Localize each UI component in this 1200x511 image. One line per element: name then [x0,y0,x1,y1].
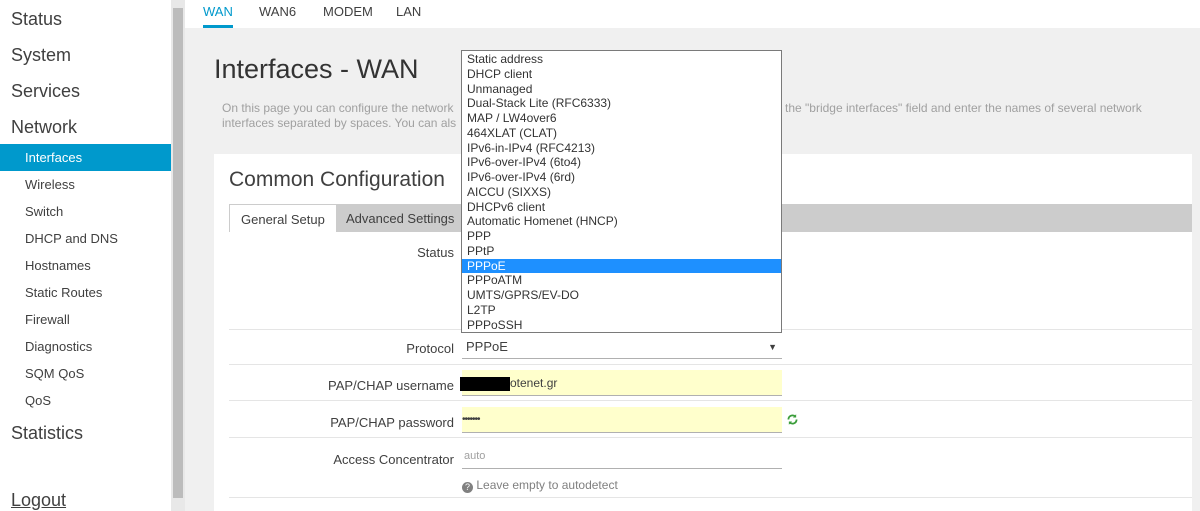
protocol-option[interactable]: PPP [462,229,781,244]
hint-text: Leave empty to autodetect [476,478,618,492]
nav-status[interactable]: Status [0,0,171,36]
access-concentrator-hint: ? Leave empty to autodetect [462,478,618,493]
username-field[interactable]: otenet.gr [460,370,782,396]
protocol-dropdown-list[interactable]: Static address DHCP client Unmanaged Dual-S… [461,50,782,333]
refresh-icon[interactable] [786,413,799,426]
password-value: ••••••• [462,414,480,425]
caret-down-icon: ▼ [768,342,777,352]
protocol-option[interactable]: PPPoSSH [462,318,781,333]
page-title: Interfaces - WAN [214,54,419,84]
access-concentrator-input[interactable]: auto [462,445,782,469]
nav-services[interactable]: Services [0,72,171,108]
username-value: otenet.gr [510,376,558,390]
protocol-option[interactable]: Unmanaged [462,82,781,97]
protocol-option[interactable]: IPv6-over-IPv4 (6to4) [462,155,781,170]
nav-network-sqm-qos[interactable]: SQM QoS [0,360,171,387]
sidebar: Status System Services Network Interface… [0,0,171,511]
nav-network-diagnostics[interactable]: Diagnostics [0,333,171,360]
access-concentrator-label: Access Concentrator [333,452,454,467]
nav-network-firewall[interactable]: Firewall [0,306,171,333]
tab-wan[interactable]: WAN [203,0,233,28]
protocol-option[interactable]: IPv6-over-IPv4 (6rd) [462,170,781,185]
redacted-text [460,376,510,391]
main-content: WAN WAN6 MODEM LAN Interfaces - WAN On t… [185,0,1200,511]
sidebar-scrollbar[interactable] [171,0,185,511]
row-separator [229,364,1192,365]
protocol-option[interactable]: AICCU (SIXXS) [462,185,781,200]
password-field[interactable]: ••••••• [462,407,782,433]
protocol-select[interactable]: PPPoE ▼ [462,335,782,359]
nav-logout[interactable]: Logout [11,490,66,511]
nav-network-wireless[interactable]: Wireless [0,171,171,198]
row-separator [229,437,1192,438]
tab-wan6[interactable]: WAN6 [259,0,296,28]
protocol-select-value: PPPoE [466,339,508,354]
access-concentrator-placeholder: auto [464,450,486,462]
tab-modem[interactable]: MODEM [323,0,373,28]
sidebar-scroll-thumb[interactable] [173,8,183,498]
question-circle-icon: ? [462,482,473,493]
username-label: PAP/CHAP username [328,378,454,393]
section-title: Common Configuration [229,168,445,191]
tab-advanced-settings[interactable]: Advanced Settings [335,204,465,232]
protocol-option[interactable]: Automatic Homenet (HNCP) [462,214,781,229]
nav-statistics[interactable]: Statistics [0,414,171,450]
row-separator [229,497,1192,498]
interface-tabs: WAN WAN6 MODEM LAN [185,0,1200,28]
protocol-option[interactable]: IPv6-in-IPv4 (RFC4213) [462,141,781,156]
nav-network-qos[interactable]: QoS [0,387,171,414]
protocol-option[interactable]: Static address [462,52,781,67]
page-description-line1-end: the "bridge interfaces" field and enter … [785,101,1142,115]
protocol-option[interactable]: PPtP [462,244,781,259]
protocol-option[interactable]: UMTS/GPRS/EV-DO [462,288,781,303]
protocol-option[interactable]: PPPoATM [462,273,781,288]
protocol-option[interactable]: DHCPv6 client [462,200,781,215]
protocol-label: Protocol [406,341,454,356]
protocol-option[interactable]: PPPoE [462,258,781,274]
protocol-option[interactable]: DHCP client [462,67,781,82]
nav-network-hostnames[interactable]: Hostnames [0,252,171,279]
nav-system[interactable]: System [0,36,171,72]
password-label: PAP/CHAP password [330,415,454,430]
nav-network-static-routes[interactable]: Static Routes [0,279,171,306]
tab-general-setup[interactable]: General Setup [229,204,337,232]
tab-lan[interactable]: LAN [396,0,421,28]
nav-network-switch[interactable]: Switch [0,198,171,225]
nav-network-interfaces[interactable]: Interfaces [0,144,171,171]
row-separator [229,400,1192,401]
status-label: Status [417,245,454,260]
protocol-option[interactable]: L2TP [462,303,781,318]
protocol-option[interactable]: Dual-Stack Lite (RFC6333) [462,96,781,111]
nav-network[interactable]: Network [0,108,171,144]
protocol-option[interactable]: MAP / LW4over6 [462,111,781,126]
nav-network-dhcp-dns[interactable]: DHCP and DNS [0,225,171,252]
protocol-option[interactable]: 464XLAT (CLAT) [462,126,781,141]
